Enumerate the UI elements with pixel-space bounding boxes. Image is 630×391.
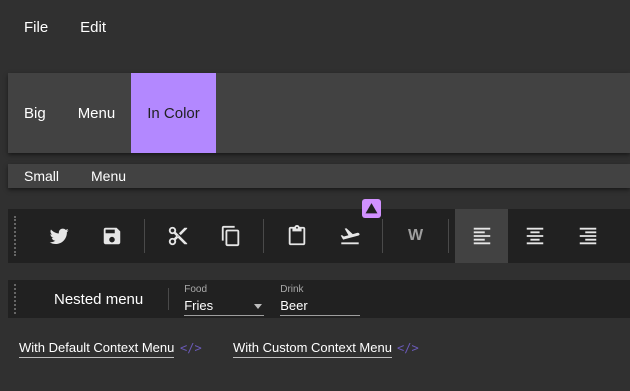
chevron-down-icon xyxy=(254,304,263,309)
small-menubar: Small Menu xyxy=(8,164,630,188)
warning-badge xyxy=(362,199,381,218)
menu-small[interactable]: Small xyxy=(8,168,75,184)
menu-big[interactable]: Big xyxy=(8,73,62,153)
copy-button[interactable] xyxy=(204,209,257,263)
word-button[interactable]: W xyxy=(389,209,442,263)
food-underline xyxy=(184,315,265,316)
cut-button[interactable] xyxy=(151,209,204,263)
menu-menu[interactable]: Menu xyxy=(62,73,132,153)
nested-divider xyxy=(168,288,170,310)
twitter-button[interactable] xyxy=(32,209,85,263)
top-menubar: File Edit xyxy=(0,0,630,56)
align-center-icon xyxy=(526,227,543,245)
default-context-menu-target[interactable]: With Default Context Menu xyxy=(19,340,175,358)
align-center-button[interactable] xyxy=(508,209,561,263)
custom-context-menu-target[interactable]: With Custom Context Menu xyxy=(233,340,392,358)
paste-icon xyxy=(288,225,305,246)
align-right-icon xyxy=(579,227,596,245)
warning-icon xyxy=(365,203,378,214)
menu-small-menu[interactable]: Menu xyxy=(75,168,142,184)
align-left-button[interactable] xyxy=(455,209,508,263)
code-icon[interactable]: </> xyxy=(397,341,419,355)
toolbar: W xyxy=(8,209,630,263)
food-select[interactable]: Food Fries xyxy=(184,282,265,316)
paste-button[interactable] xyxy=(270,209,323,263)
align-right-button[interactable] xyxy=(561,209,614,263)
toolbar-drag-handle[interactable] xyxy=(14,216,24,256)
nested-drag-handle[interactable] xyxy=(14,284,24,314)
flight-takeoff-icon xyxy=(340,228,360,245)
menu-in-color[interactable]: In Color xyxy=(131,73,216,153)
toolbar-divider xyxy=(263,219,264,253)
toolbar-divider xyxy=(382,219,383,253)
drink-field[interactable]: Drink Beer xyxy=(280,282,361,316)
menu-file[interactable]: File xyxy=(12,0,60,56)
copy-icon xyxy=(221,225,239,247)
code-icon[interactable]: </> xyxy=(180,341,202,355)
food-label: Food xyxy=(184,284,208,295)
align-left-icon xyxy=(473,227,490,245)
drink-label: Drink xyxy=(280,284,304,295)
food-value: Fries xyxy=(184,298,214,313)
toolbar-divider xyxy=(448,219,449,253)
cut-icon xyxy=(168,226,187,246)
nested-toolbar: Nested menu Food Fries Drink Beer xyxy=(8,280,630,318)
toolbar-divider xyxy=(144,219,145,253)
drink-underline xyxy=(280,315,361,316)
big-menubar: Big Menu In Color xyxy=(8,73,630,153)
save-button[interactable] xyxy=(85,209,138,263)
save-icon xyxy=(103,227,120,245)
menu-edit[interactable]: Edit xyxy=(68,0,118,56)
word-icon: W xyxy=(407,227,424,244)
nested-menu-button[interactable]: Nested menu xyxy=(54,291,143,308)
twitter-icon xyxy=(49,228,69,244)
drink-value: Beer xyxy=(280,298,308,313)
